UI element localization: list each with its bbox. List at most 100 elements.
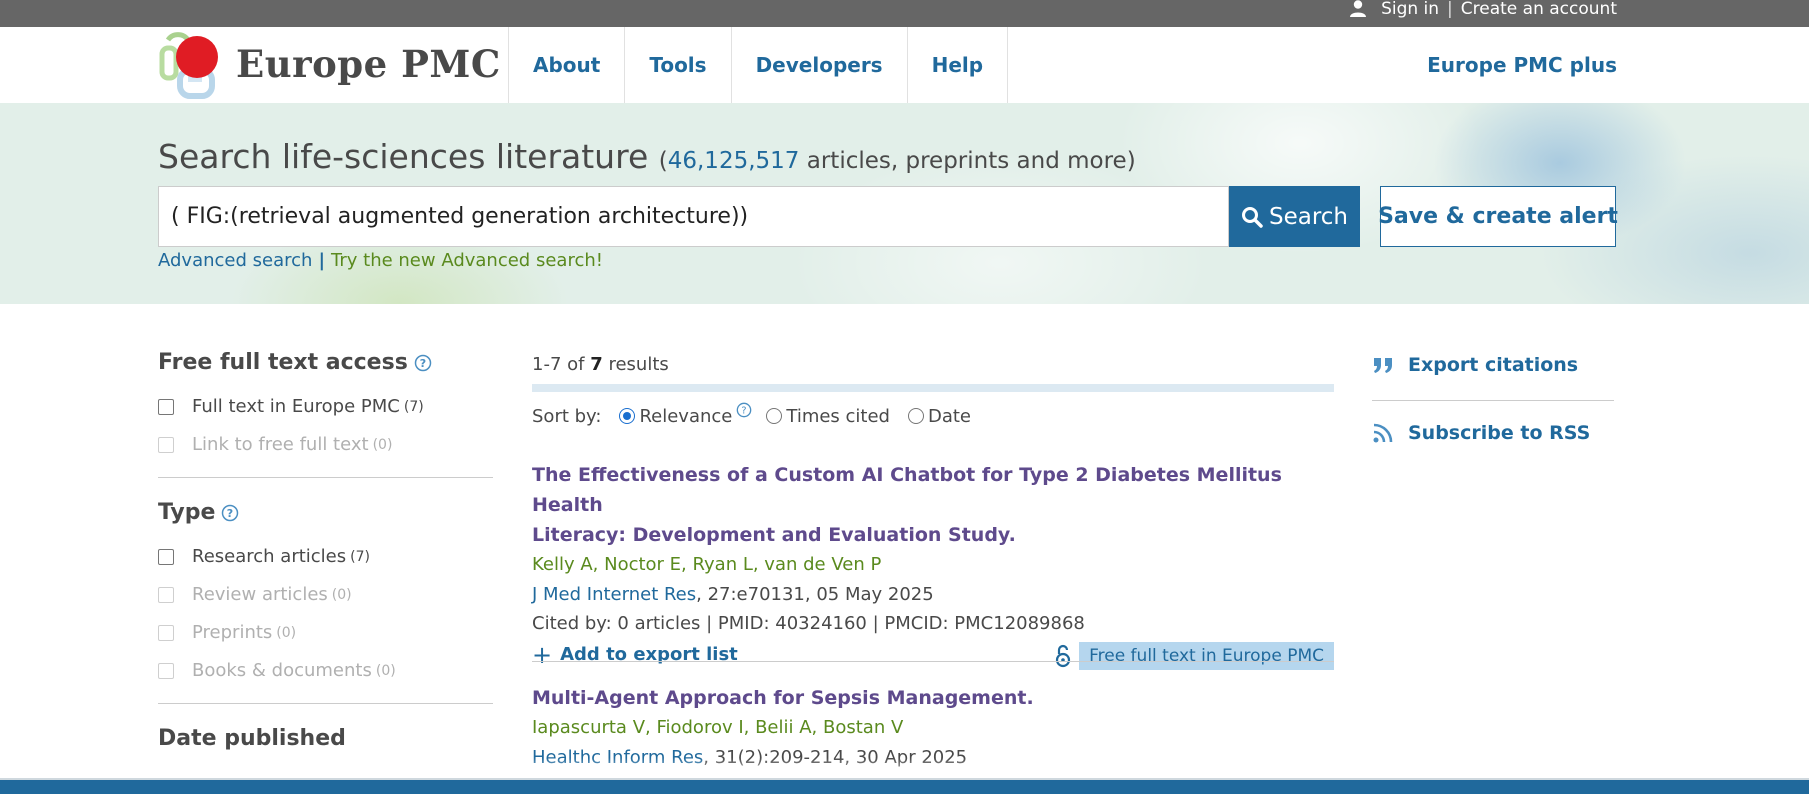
facet-review-articles: Review articles (0) xyxy=(158,584,352,605)
svg-text:?: ? xyxy=(742,406,747,417)
facet-title-access-text: Free full text access xyxy=(158,350,408,375)
result-citation-info: Cited by: 0 articles | PMID: 40324160 | … xyxy=(532,613,1085,634)
save-create-alert-button[interactable]: Save & create alert xyxy=(1378,186,1618,247)
sort-label: Sort by: xyxy=(532,405,602,427)
search-button[interactable]: Search xyxy=(1229,186,1360,247)
main-nav: About Tools Developers Help xyxy=(508,27,1009,103)
sign-in-link[interactable]: Sign in xyxy=(1381,0,1439,19)
facet-count: (7) xyxy=(350,548,370,565)
europe-pmc-plus-link[interactable]: Europe PMC plus xyxy=(1427,27,1617,103)
facet-count: (0) xyxy=(375,662,396,679)
checkbox[interactable] xyxy=(158,548,174,565)
export-citations-link[interactable]: Export citations xyxy=(1372,354,1578,376)
subscribe-rss-link[interactable]: Subscribe to RSS xyxy=(1372,422,1590,444)
create-account-link[interactable]: Create an account xyxy=(1461,0,1617,19)
nav-developers[interactable]: Developers xyxy=(732,27,908,103)
article-count: 46,125,517 xyxy=(667,148,800,174)
rss-icon xyxy=(1373,423,1393,443)
results-summary: 1-7 of 7 results xyxy=(532,354,669,375)
free-full-text-label[interactable]: Free full text in Europe PMC xyxy=(1079,642,1334,670)
facet-title-date: Date published xyxy=(158,726,346,751)
logo[interactable]: Europe PMC xyxy=(158,30,500,102)
search-input[interactable] xyxy=(158,186,1229,247)
nav-tools[interactable]: Tools xyxy=(625,27,732,103)
facet-title-type: Type ? xyxy=(158,500,239,525)
result-title[interactable]: Multi-Agent Approach for Sepsis Manageme… xyxy=(532,683,1334,713)
bottom-bar xyxy=(0,778,1809,794)
results-total: 7 xyxy=(590,354,603,375)
advanced-search-link[interactable]: Advanced search xyxy=(158,250,312,271)
facet-count: (0) xyxy=(331,586,352,603)
result-title-line[interactable]: Multi-Agent Approach for Sepsis Manageme… xyxy=(532,683,1334,713)
sort-times-cited-radio[interactable] xyxy=(766,408,783,424)
checkbox[interactable] xyxy=(158,398,174,415)
facet-full-text-europe-pmc[interactable]: Full text in Europe PMC (7) xyxy=(158,396,424,417)
nav-help[interactable]: Help xyxy=(908,27,1009,103)
logo-text: Europe PMC xyxy=(236,42,501,86)
sort-relevance-radio[interactable] xyxy=(619,408,636,424)
account-separator: | xyxy=(1447,0,1453,19)
advanced-search-links: Advanced search | Try the new Advanced s… xyxy=(158,250,603,271)
search-heading-text: Search life-sciences literature xyxy=(158,137,649,176)
help-icon[interactable]: ? xyxy=(414,354,432,372)
svg-text:?: ? xyxy=(420,357,426,370)
quote-icon xyxy=(1374,358,1392,373)
result-title-line[interactable]: Literacy: Development and Evaluation Stu… xyxy=(532,520,1334,550)
sort-relevance-label[interactable]: Relevance xyxy=(639,406,732,427)
result-authors[interactable]: Kelly A, Noctor E, Ryan L, van de Ven P xyxy=(532,550,1334,580)
facet-count: (0) xyxy=(276,624,297,641)
results-progress-bar xyxy=(532,384,1334,392)
sort-options: Sort by: Relevance ? Times cited Date xyxy=(532,402,971,428)
search-button-label: Search xyxy=(1268,203,1349,230)
facet-label: Preprints xyxy=(192,622,273,643)
facet-label: Research articles xyxy=(192,546,347,567)
checkbox xyxy=(158,624,174,641)
facet-count: (0) xyxy=(372,436,393,453)
facet-title-access: Free full text access ? xyxy=(158,350,432,375)
search-band: Search life-sciences literature (46,125,… xyxy=(0,103,1809,304)
help-icon[interactable]: ? xyxy=(221,504,239,522)
checkbox xyxy=(158,586,174,603)
search-heading: Search life-sciences literature (46,125,… xyxy=(158,137,1136,176)
export-citations-label: Export citations xyxy=(1408,354,1579,376)
checkbox xyxy=(158,662,174,679)
free-full-text-badge[interactable]: Free full text in Europe PMC xyxy=(1055,642,1334,670)
facet-books-documents: Books & documents (0) xyxy=(158,660,396,681)
try-new-advanced-search-link[interactable]: Try the new Advanced search! xyxy=(331,250,603,271)
sort-times-cited-label[interactable]: Times cited xyxy=(786,406,890,427)
checkbox xyxy=(158,436,174,453)
sort-date-radio[interactable] xyxy=(907,408,924,424)
result-authors[interactable]: Iapascurta V, Fiodorov I, Belii A, Bosta… xyxy=(532,713,1334,743)
results-word: results xyxy=(602,354,669,375)
account-links: Sign in | Create an account xyxy=(1349,0,1617,19)
results-range: 1-7 xyxy=(532,354,562,375)
advanced-separator: | xyxy=(318,250,326,271)
facet-title-type-text: Type xyxy=(158,500,216,525)
result-journal-details: , 27:e70131, 05 May 2025 xyxy=(696,584,934,605)
search-icon xyxy=(1241,206,1263,228)
facet-title-date-text: Date published xyxy=(158,726,346,751)
result-journal-name[interactable]: J Med Internet Res xyxy=(532,584,696,605)
facet-label: Full text in Europe PMC xyxy=(192,396,400,417)
facet-divider xyxy=(158,703,493,704)
user-icon xyxy=(1350,0,1367,17)
help-icon[interactable]: ? xyxy=(736,402,752,418)
result-actions: + Add to export list Free full text in E… xyxy=(532,640,1334,676)
article-count-open: ( xyxy=(658,148,668,174)
result-title-line[interactable]: The Effectiveness of a Custom AI Chatbot… xyxy=(532,460,1334,520)
facet-research-articles[interactable]: Research articles (7) xyxy=(158,546,370,567)
facet-count: (7) xyxy=(403,398,424,415)
top-bar: Sign in | Create an account xyxy=(0,0,1809,27)
result-divider xyxy=(532,661,1334,662)
facet-link-free-full-text: Link to free full text (0) xyxy=(158,434,392,455)
logo-mark xyxy=(159,32,218,99)
facet-preprints: Preprints (0) xyxy=(158,622,296,643)
nav-about[interactable]: About xyxy=(509,27,626,103)
sort-date-label[interactable]: Date xyxy=(928,406,971,427)
facet-label: Link to free full text xyxy=(192,434,369,455)
result-journal: J Med Internet Res, 27:e70131, 05 May 20… xyxy=(532,580,1334,610)
right-divider xyxy=(1372,400,1614,401)
result-title[interactable]: The Effectiveness of a Custom AI Chatbot… xyxy=(532,460,1334,550)
scroll-fade xyxy=(0,758,1809,778)
facet-divider xyxy=(158,477,493,478)
